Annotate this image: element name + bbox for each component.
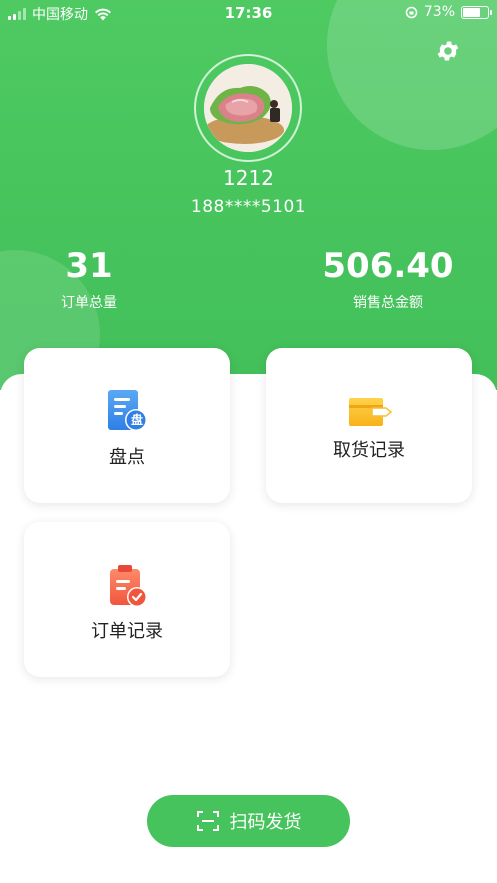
stat-label: 订单总量 xyxy=(61,295,117,311)
card-icon xyxy=(349,398,392,426)
inventory-icon-char: 盘 xyxy=(130,413,143,427)
avatar-image xyxy=(204,64,292,152)
stat-value: 506.40 xyxy=(322,246,454,286)
menu-card-order-records[interactable]: 订单记录 xyxy=(24,522,230,677)
menu-card-pickup-records[interactable]: 取货记录 xyxy=(266,348,472,503)
stat-order-total: 31 订单总量 xyxy=(34,246,144,312)
scan-ship-label: 扫码发货 xyxy=(229,812,302,833)
battery-percent: 73% xyxy=(423,4,455,20)
stat-sales-total: 506.40 销售总金额 xyxy=(318,246,458,312)
menu-card-label: 订单记录 xyxy=(91,621,163,642)
battery-icon xyxy=(461,5,492,19)
gear-icon[interactable] xyxy=(435,38,461,64)
avatar[interactable] xyxy=(194,54,302,162)
clipboard-check-icon xyxy=(110,565,147,607)
stat-label: 销售总金额 xyxy=(353,295,423,311)
orientation-lock-icon xyxy=(405,6,418,18)
profile-name: 1212 xyxy=(223,166,274,190)
menu-card-inventory[interactable]: 盘 盘点 xyxy=(24,348,230,503)
scan-ship-button[interactable]: 扫码发货 xyxy=(147,795,350,847)
menu-card-label: 取货记录 xyxy=(333,440,405,461)
status-bar: 中国移动 17:36 73% xyxy=(0,0,497,26)
header: 中国移动 17:36 73% 1212 188****5101 31 订单总量 … xyxy=(0,0,497,390)
profile-phone: 188****5101 xyxy=(190,197,307,217)
menu-card-label: 盘点 xyxy=(109,447,145,468)
stat-value: 31 xyxy=(65,246,113,286)
scan-icon xyxy=(196,811,219,831)
